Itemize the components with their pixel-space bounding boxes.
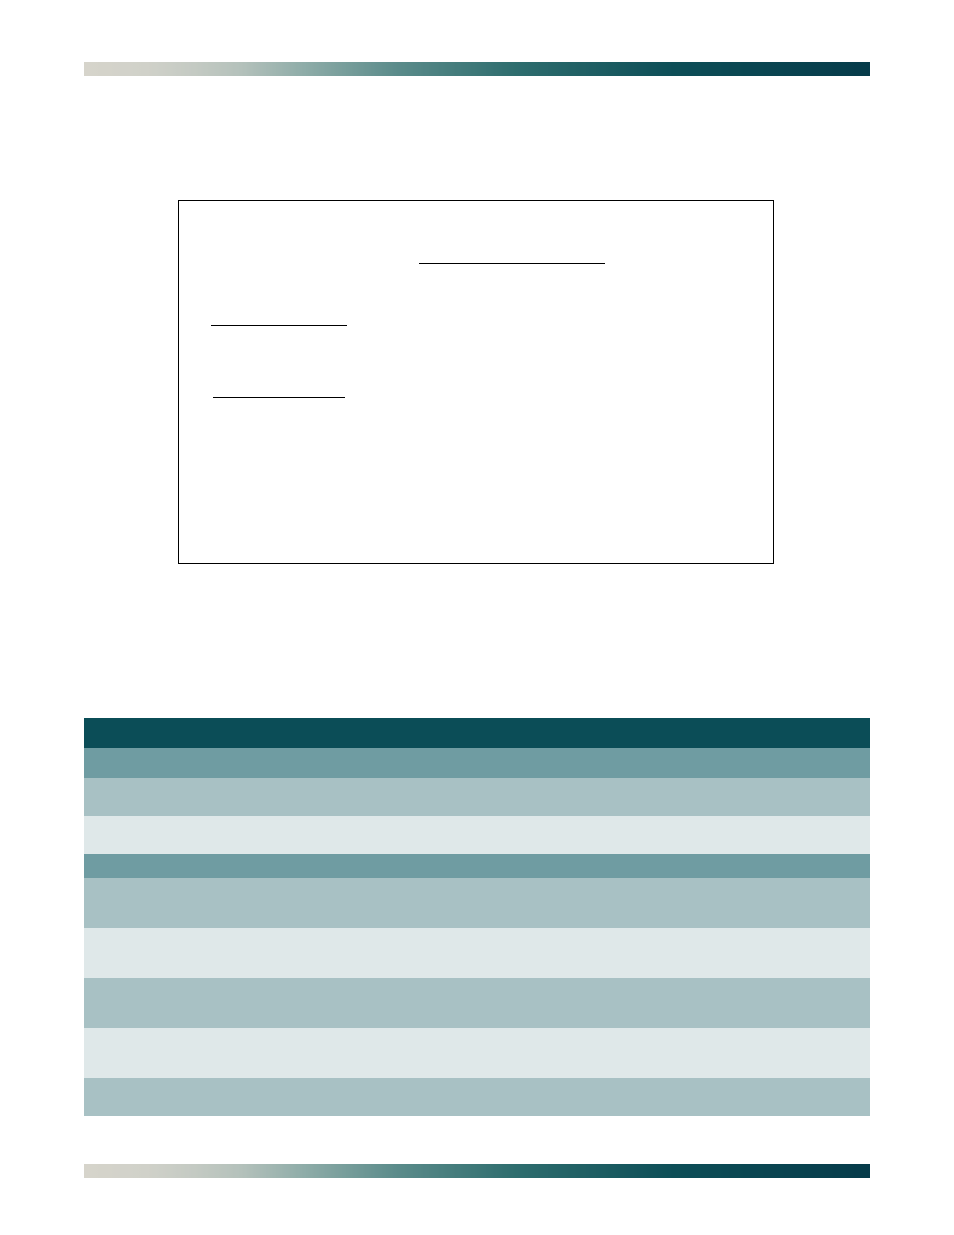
table-header-row <box>84 718 870 748</box>
table-row <box>84 1078 870 1116</box>
table-row <box>84 978 870 1028</box>
table-row <box>84 854 870 878</box>
content-box <box>178 200 774 564</box>
striped-table <box>84 718 870 1116</box>
box-subheading-1-underline <box>211 325 347 326</box>
table-subheader-row <box>84 748 870 778</box>
table-row <box>84 878 870 928</box>
table-row <box>84 778 870 816</box>
box-subheading-2-underline <box>213 397 345 398</box>
box-title-underline <box>419 263 605 264</box>
table-row <box>84 928 870 978</box>
header-gradient-bar <box>84 62 870 76</box>
table-row <box>84 816 870 854</box>
table-row <box>84 1028 870 1078</box>
footer-gradient-bar <box>84 1164 870 1178</box>
